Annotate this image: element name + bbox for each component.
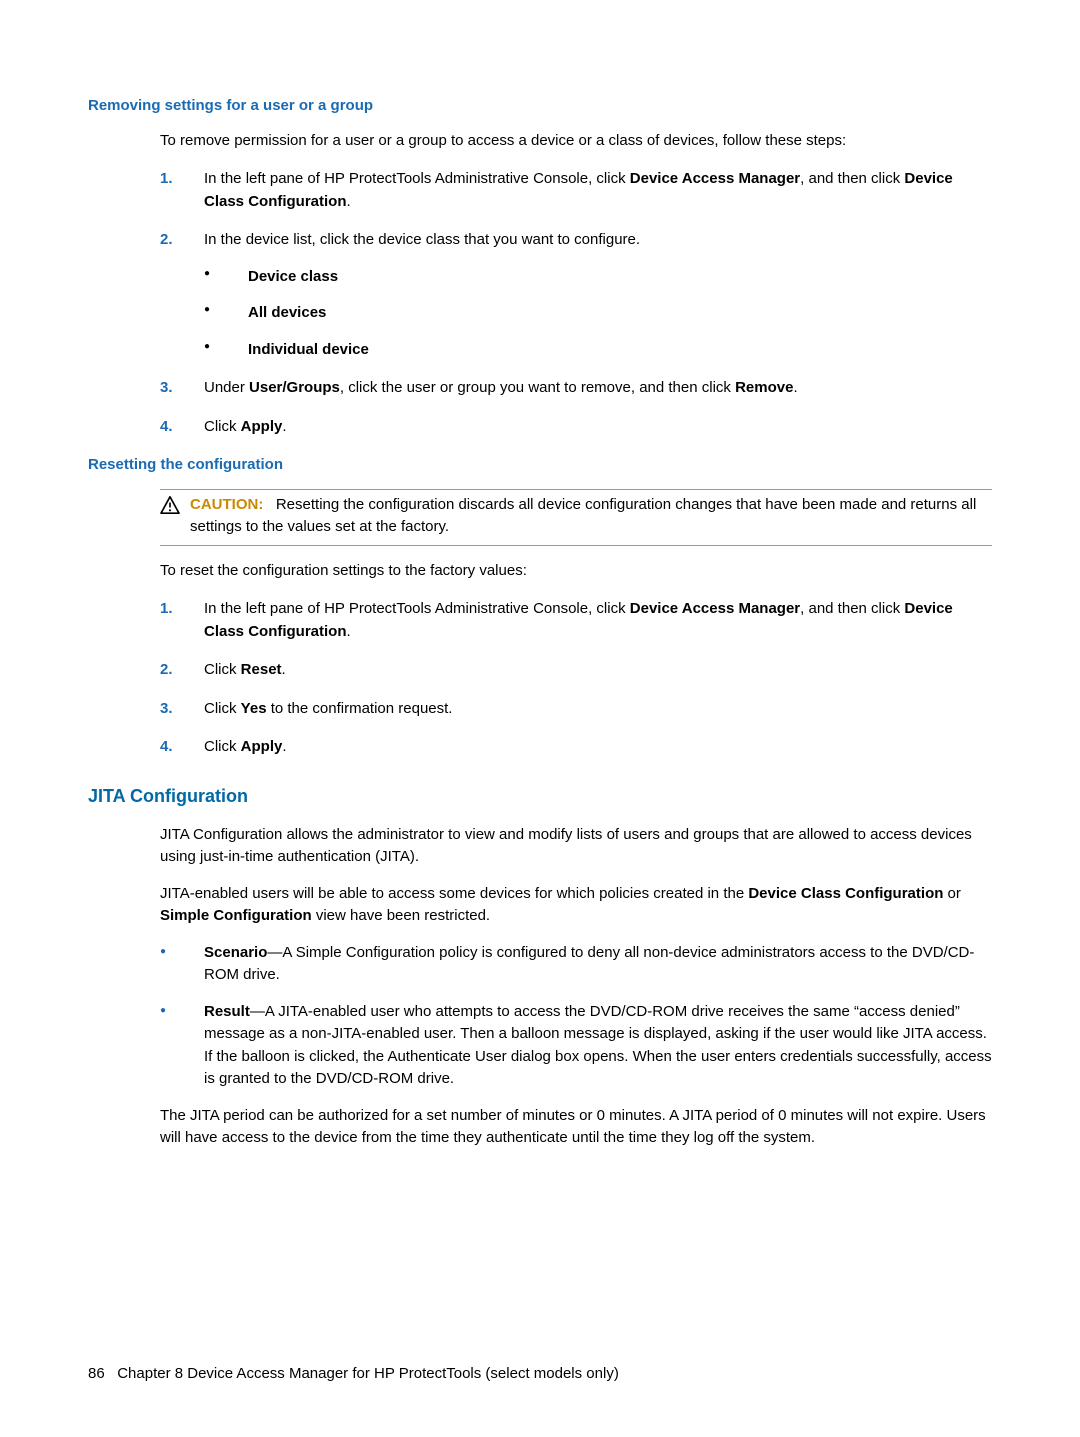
step-number: 4. (160, 736, 184, 759)
text-fragment: Click (204, 661, 241, 678)
page-footer: 86 Chapter 8 Device Access Manager for H… (88, 1363, 619, 1386)
text-fragment: In the left pane of HP ProtectTools Admi… (204, 170, 630, 187)
step-text: In the device list, click the device cla… (204, 231, 640, 248)
step-text: Under User/Groups, click the user or gro… (204, 379, 798, 396)
bullet-scenario: Scenario—A Simple Configuration policy i… (160, 942, 992, 987)
bullet-list-device-options: Device class All devices Individual devi… (204, 266, 992, 362)
step-4: 4. Click Apply. (160, 736, 992, 759)
bullet-list-jita: Scenario—A Simple Configuration policy i… (160, 942, 992, 1091)
text-fragment: Click (204, 418, 241, 435)
step-number: 1. (160, 168, 184, 191)
text-bold: Device Access Manager (630, 600, 800, 617)
bullet-device-class: Device class (204, 266, 992, 289)
text-fragment: view have been restricted. (312, 907, 490, 924)
text-fragment: In the left pane of HP ProtectTools Admi… (204, 600, 630, 617)
text-fragment: Click (204, 700, 241, 717)
caution-label: CAUTION: (190, 496, 263, 513)
text-fragment: . (793, 379, 797, 396)
text-bold: User/Groups (249, 379, 340, 396)
text-fragment: —A JITA-enabled user who attempts to acc… (204, 1003, 992, 1088)
step-number: 2. (160, 659, 184, 682)
page-number: 86 (88, 1365, 105, 1382)
step-text: Click Reset. (204, 661, 286, 678)
step-text: Click Apply. (204, 738, 287, 755)
text-fragment: , and then click (800, 170, 904, 187)
para-jita-intro: JITA Configuration allows the administra… (160, 824, 992, 869)
step-3: 3. Under User/Groups, click the user or … (160, 377, 992, 400)
para-intro-reset: To reset the configuration settings to t… (160, 560, 992, 583)
step-1: 1. In the left pane of HP ProtectTools A… (160, 598, 992, 643)
heading-removing-settings: Removing settings for a user or a group (88, 95, 992, 118)
para-jita-policies: JITA-enabled users will be able to acces… (160, 883, 992, 928)
text-bold: Device Class Configuration (748, 885, 943, 902)
text-bold: Simple Configuration (160, 907, 312, 924)
text-fragment: . (347, 193, 351, 210)
text-fragment: , click the user or group you want to re… (340, 379, 735, 396)
para-jita-period: The JITA period can be authorized for a … (160, 1105, 992, 1150)
step-number: 3. (160, 698, 184, 721)
step-text: Click Apply. (204, 418, 287, 435)
heading-resetting-configuration: Resetting the configuration (88, 454, 992, 477)
text-bold: Individual device (248, 341, 369, 358)
caution-text: Resetting the configuration discards all… (190, 496, 976, 536)
text-bold: Result (204, 1003, 250, 1020)
text-bold: Apply (241, 738, 283, 755)
text-bold: Reset (241, 661, 282, 678)
text-fragment: or (943, 885, 961, 902)
step-number: 2. (160, 229, 184, 252)
text-bold: Device Access Manager (630, 170, 800, 187)
text-fragment: —A Simple Configuration policy is config… (204, 944, 974, 984)
text-fragment: , and then click (800, 600, 904, 617)
chapter-title: Chapter 8 Device Access Manager for HP P… (117, 1365, 619, 1382)
step-text: In the left pane of HP ProtectTools Admi… (204, 170, 953, 210)
text-fragment: . (282, 738, 286, 755)
caution-inner: CAUTION: Resetting the configuration dis… (160, 489, 992, 546)
caution-icon (160, 496, 180, 514)
step-text: In the left pane of HP ProtectTools Admi… (204, 600, 953, 640)
step-4: 4. Click Apply. (160, 416, 992, 439)
text-fragment: Click (204, 738, 241, 755)
step-3: 3. Click Yes to the confirmation request… (160, 698, 992, 721)
step-number: 4. (160, 416, 184, 439)
steps-resetting: 1. In the left pane of HP ProtectTools A… (160, 598, 992, 759)
text-fragment: to the confirmation request. (267, 700, 453, 717)
text-fragment: JITA-enabled users will be able to acces… (160, 885, 748, 902)
caution-block: CAUTION: Resetting the configuration dis… (160, 489, 992, 546)
step-2: 2. Click Reset. (160, 659, 992, 682)
bullet-all-devices: All devices (204, 302, 992, 325)
text-fragment: Under (204, 379, 249, 396)
text-bold: Yes (241, 700, 267, 717)
text-fragment: . (347, 623, 351, 640)
step-1: 1. In the left pane of HP ProtectTools A… (160, 168, 992, 213)
bullet-individual-device: Individual device (204, 339, 992, 362)
step-text: Click Yes to the confirmation request. (204, 700, 452, 717)
text-bold: All devices (248, 304, 326, 321)
heading-jita-configuration: JITA Configuration (88, 783, 992, 810)
text-bold: Scenario (204, 944, 267, 961)
bullet-result: Result—A JITA-enabled user who attempts … (160, 1001, 992, 1091)
step-number: 1. (160, 598, 184, 621)
text-bold: Device class (248, 268, 338, 285)
text-bold: Remove (735, 379, 793, 396)
step-2: 2. In the device list, click the device … (160, 229, 992, 361)
text-fragment: . (282, 661, 286, 678)
steps-removing: 1. In the left pane of HP ProtectTools A… (160, 168, 992, 438)
text-fragment: . (282, 418, 286, 435)
text-bold: Apply (241, 418, 283, 435)
step-number: 3. (160, 377, 184, 400)
para-intro-removing: To remove permission for a user or a gro… (160, 130, 992, 153)
